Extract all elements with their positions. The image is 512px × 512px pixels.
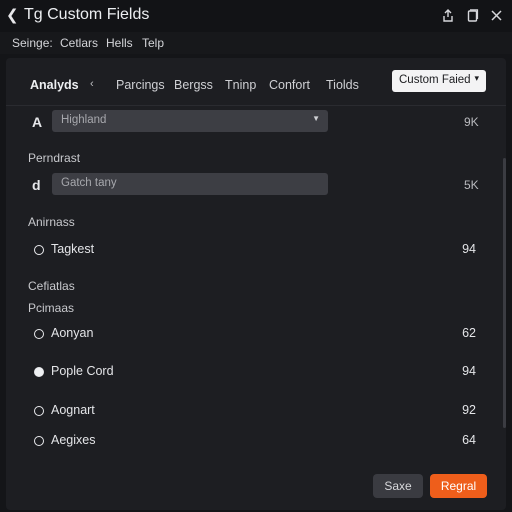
option-value: 94 (462, 242, 476, 256)
tab-divider (6, 105, 506, 106)
number-field-icon: d (32, 177, 41, 193)
save-button[interactable]: Saxe (373, 474, 423, 498)
share-icon[interactable] (440, 7, 456, 23)
menu-item-settings[interactable]: Seinge: (12, 36, 53, 50)
menu-item-hells[interactable]: Hells (106, 36, 133, 50)
menu-bar: Seinge: Cetlars Hells Telp (0, 32, 512, 54)
section-label-cefiatlas: Cefiatlas (28, 279, 75, 293)
select-value: Highland (61, 114, 107, 126)
radio-aognart[interactable] (34, 406, 44, 416)
section-label-pcimaas: Pcimaas (28, 301, 75, 315)
copy-icon[interactable] (465, 7, 481, 23)
highland-select[interactable]: Highland ▼ (52, 110, 328, 132)
chevron-down-icon: ▾ (474, 73, 479, 83)
tab-confort[interactable]: Confort (269, 78, 310, 92)
radio-aonyan[interactable] (34, 329, 44, 339)
option-value: 64 (462, 433, 476, 447)
section-label-perndrast: Perndrast (28, 151, 81, 165)
option-value: 92 (462, 403, 476, 417)
close-icon[interactable] (488, 7, 504, 23)
radio-aegixes[interactable] (34, 436, 44, 446)
option-label: Aognart (51, 403, 95, 417)
tab-parcings[interactable]: Parcings (116, 78, 165, 92)
radio-pople-cord[interactable] (34, 367, 44, 377)
custom-fields-panel: Analyds ‹ Parcings Bergss Tninp Confort … (6, 58, 506, 510)
tab-analyds[interactable]: Analyds (30, 78, 79, 92)
option-value: 94 (462, 364, 476, 378)
dropdown-label: Custom Faied (399, 74, 471, 86)
tab-bergss[interactable]: Bergss (174, 78, 213, 92)
gatch-input[interactable]: Gatch tany (52, 173, 328, 195)
menu-item-cellars[interactable]: Cetlars (60, 36, 98, 50)
section-label-anirnass: Anirnass (28, 215, 75, 229)
back-chevron-icon[interactable]: ❮ (6, 6, 19, 24)
text-field-icon: A (32, 114, 43, 130)
tab-tiolds[interactable]: Tiolds (326, 78, 359, 92)
scrollbar[interactable] (503, 158, 506, 428)
option-label: Aegixes (51, 433, 96, 447)
option-label: Pople Cord (51, 364, 114, 378)
input-value: Gatch tany (61, 177, 117, 189)
tab-tninp[interactable]: Tninp (225, 78, 256, 92)
option-value: 62 (462, 326, 476, 340)
caret-down-icon: ▼ (312, 114, 320, 123)
window-title: Tg Custom Fields (24, 6, 150, 23)
primary-button[interactable]: Regral (430, 474, 487, 498)
chevron-left-icon[interactable]: ‹ (90, 78, 94, 90)
title-bar: ❮ Tg Custom Fields (0, 0, 512, 32)
tab-bar: Analyds ‹ Parcings Bergss Tninp Confort … (6, 58, 506, 104)
field-count: 9K (464, 115, 479, 129)
option-label: Tagkest (51, 242, 95, 256)
field-count-2: 5K (464, 178, 479, 192)
custom-fields-dropdown[interactable]: Custom Faied ▾ (392, 70, 486, 92)
radio-tagkest[interactable] (34, 245, 44, 255)
option-label: Aonyan (51, 326, 94, 340)
menu-item-help[interactable]: Telp (142, 36, 164, 50)
